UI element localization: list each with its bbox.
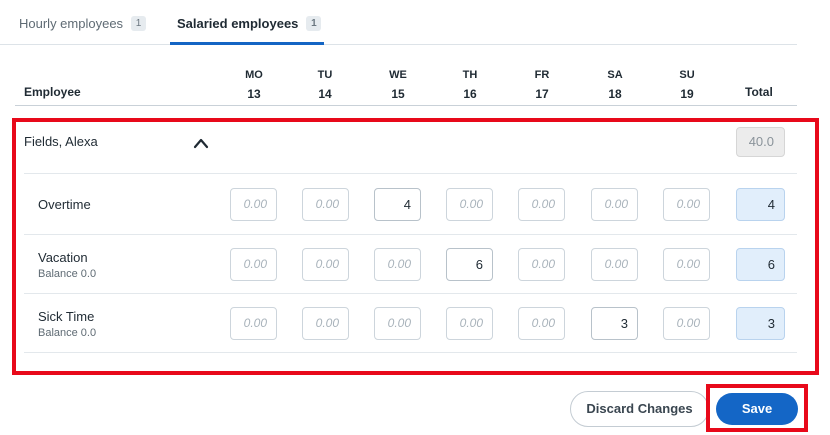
row-divider (24, 173, 797, 174)
hours-input[interactable]: 0.00 (591, 248, 638, 281)
day-date: 15 (391, 87, 405, 101)
day-name: TH (462, 69, 478, 81)
row-label-vacation: Vacation (38, 250, 88, 265)
hours-input[interactable]: 0.00 (663, 248, 710, 281)
hours-input[interactable]: 0.00 (446, 188, 493, 221)
row-balance: Balance 0.0 (38, 327, 97, 339)
tab-salaried-count-badge: 1 (306, 16, 322, 31)
day-date: 19 (680, 87, 694, 101)
hours-input[interactable]: 0.00 (230, 188, 277, 221)
row-divider (24, 293, 797, 294)
hours-input[interactable]: 0.00 (518, 188, 565, 221)
row-label-overtime: Overtime (38, 197, 91, 212)
employee-total-hours: 40.0 (736, 127, 785, 157)
discard-changes-button[interactable]: Discard Changes (570, 391, 709, 427)
chevron-up-icon[interactable] (193, 136, 209, 149)
row-balance: Balance 0.0 (38, 268, 97, 280)
column-header-day: MO 13 (234, 66, 274, 104)
hours-input[interactable]: 0.00 (663, 307, 710, 340)
day-date: 17 (535, 87, 549, 101)
row-divider (24, 352, 797, 353)
hours-input[interactable]: 0.00 (230, 248, 277, 281)
row-total: 4 (736, 188, 785, 221)
hours-input[interactable]: 4 (374, 188, 421, 221)
hours-input[interactable]: 0.00 (374, 307, 421, 340)
tab-hourly-count-badge: 1 (131, 16, 147, 31)
hours-input[interactable]: 0.00 (302, 188, 349, 221)
column-header-total: Total (745, 85, 773, 99)
active-tab-indicator (170, 42, 324, 45)
day-name: MO (245, 69, 263, 81)
hours-input[interactable]: 0.00 (374, 248, 421, 281)
day-name: FR (534, 69, 550, 81)
hours-input[interactable]: 3 (591, 307, 638, 340)
column-header-day: TU 14 (305, 66, 345, 104)
column-header-day: SU 19 (667, 66, 707, 104)
day-name: WE (389, 69, 407, 81)
hours-input[interactable]: 0.00 (230, 307, 277, 340)
row-total: 3 (736, 307, 785, 340)
day-date: 16 (463, 87, 477, 101)
save-button[interactable]: Save (716, 393, 798, 425)
row-total: 6 (736, 248, 785, 281)
row-divider (24, 234, 797, 235)
hours-input[interactable]: 0.00 (518, 248, 565, 281)
hours-input[interactable]: 0.00 (591, 188, 638, 221)
day-name: SA (607, 69, 623, 81)
hours-input[interactable]: 0.00 (302, 248, 349, 281)
hours-input[interactable]: 0.00 (518, 307, 565, 340)
tab-salaried-employees[interactable]: Salaried employees 1 (177, 16, 322, 31)
day-date: 14 (318, 87, 332, 101)
column-header-day: FR 17 (522, 66, 562, 104)
hours-input[interactable]: 0.00 (302, 307, 349, 340)
day-date: 18 (608, 87, 622, 101)
tab-salaried-label: Salaried employees (177, 16, 299, 31)
header-divider (15, 105, 797, 106)
hours-input[interactable]: 0.00 (663, 188, 710, 221)
column-header-day: WE 15 (378, 66, 418, 104)
row-label-sick-time: Sick Time (38, 309, 95, 324)
day-date: 13 (247, 87, 261, 101)
column-header-day: SA 18 (595, 66, 635, 104)
column-header-employee: Employee (24, 85, 81, 99)
hours-input[interactable]: 6 (446, 248, 493, 281)
tab-bar: Hourly employees 1 Salaried employees 1 (0, 0, 797, 45)
tab-hourly-employees[interactable]: Hourly employees 1 (19, 16, 147, 31)
day-name: TU (317, 69, 333, 81)
column-header-day: TH 16 (450, 66, 490, 104)
hours-input[interactable]: 0.00 (446, 307, 493, 340)
tab-hourly-label: Hourly employees (19, 16, 124, 31)
employee-name: Fields, Alexa (24, 134, 98, 149)
day-name: SU (679, 69, 695, 81)
